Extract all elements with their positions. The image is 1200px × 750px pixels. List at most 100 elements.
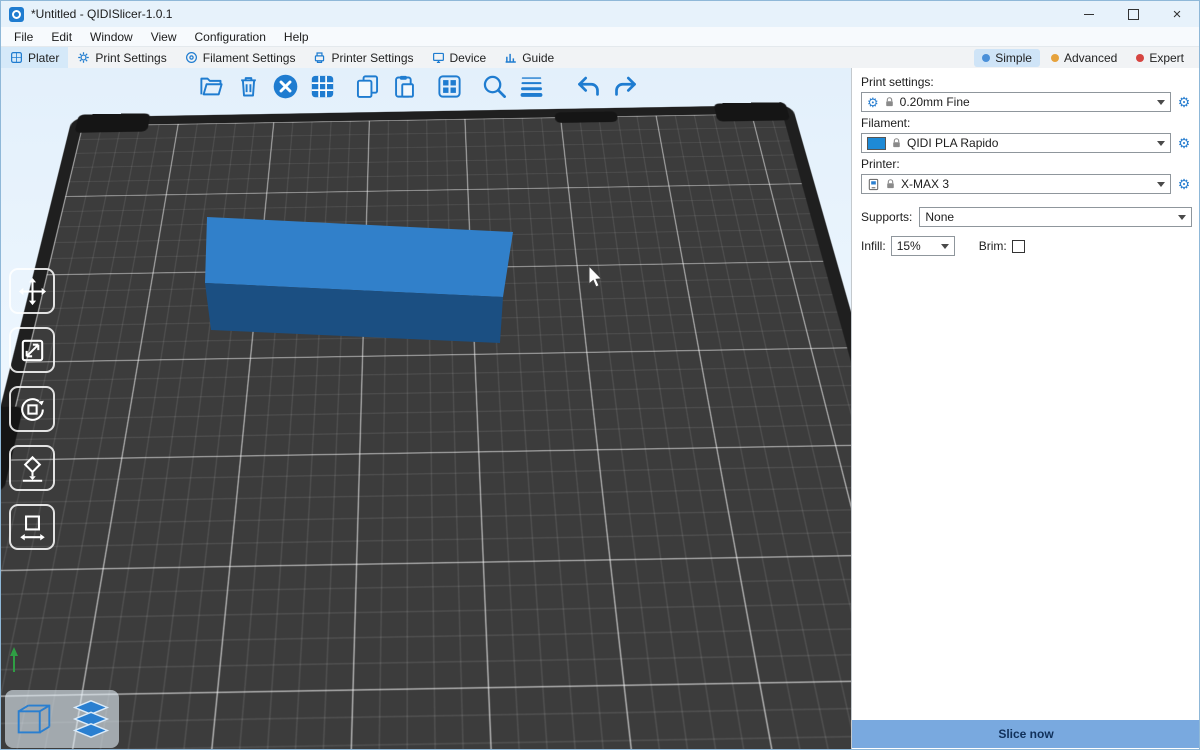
lock-icon [884,96,895,108]
copy-button[interactable] [353,72,381,100]
undo-button[interactable] [574,72,602,100]
slice-now-button[interactable]: Slice now [852,720,1200,748]
printer-label: Printer: [861,157,1192,171]
chevron-down-icon [1157,100,1165,105]
variable-layer-height-icon [518,73,545,100]
mode-selector: Simple Advanced Expert [974,49,1199,67]
print-settings-edit-button[interactable]: ⚙ [1176,95,1192,109]
tab-plater[interactable]: Plater [1,47,68,68]
window-title: *Untitled - QIDISlicer-1.0.1 [31,7,172,21]
move-icon [17,276,48,307]
print-settings-combo[interactable]: ⚙ 0.20mm Fine [861,92,1171,112]
mode-expert[interactable]: Expert [1128,49,1192,67]
minimize-button[interactable] [1067,1,1111,27]
variable-layer-height-button[interactable] [517,72,545,100]
window-controls: × [1067,1,1199,27]
chevron-down-icon [941,244,949,249]
supports-value: None [925,210,1173,224]
plate-clip [554,111,618,123]
arrange-button[interactable] [308,72,336,100]
printer-value: X-MAX 3 [901,177,1152,191]
preset-gear-icon: ⚙ [867,96,879,109]
chevron-down-icon [1178,215,1186,220]
print-settings-icon [77,51,90,64]
tab-filament-settings[interactable]: Filament Settings [176,47,305,68]
editor-view-button[interactable] [9,694,59,744]
settings-sidebar: Print settings: ⚙ 0.20mm Fine ⚙ Filament… [851,68,1200,750]
printer-edit-button[interactable]: ⚙ [1176,177,1192,191]
3d-editor-view-icon [11,696,57,742]
supports-combo[interactable]: None [919,207,1192,227]
paste-icon [391,73,418,100]
brim-checkbox[interactable] [1012,240,1025,253]
search-icon [481,73,508,100]
left-toolbar [9,268,55,550]
menu-view[interactable]: View [142,27,186,46]
app-logo-icon [9,7,24,22]
tab-label: Printer Settings [331,51,413,65]
move-tool-button[interactable] [9,268,55,314]
search-button[interactable] [480,72,508,100]
printer-icon [867,178,880,191]
menu-window[interactable]: Window [81,27,142,46]
tab-device[interactable]: Device [423,47,496,68]
print-settings-value: 0.20mm Fine [900,95,1152,109]
plater-icon [10,51,23,64]
maximize-button[interactable] [1111,1,1155,27]
tab-guide[interactable]: Guide [495,47,563,68]
mode-simple[interactable]: Simple [974,49,1040,67]
mode-label: Simple [995,51,1032,65]
infill-combo[interactable]: 15% [891,236,955,256]
mode-label: Advanced [1064,51,1117,65]
mode-label: Expert [1149,51,1184,65]
filament-combo[interactable]: QIDI PLA Rapido [861,133,1171,153]
printer-combo[interactable]: X-MAX 3 [861,174,1171,194]
filament-edit-button[interactable]: ⚙ [1176,136,1192,150]
chevron-down-icon [1157,182,1165,187]
brim-label: Brim: [979,239,1007,253]
view-switcher [5,690,119,748]
printer-settings-icon [313,51,326,64]
build-plate [1,105,851,750]
rotate-icon [17,394,48,425]
guide-icon [504,51,517,64]
menu-file[interactable]: File [5,27,42,46]
rotate-tool-button[interactable] [9,386,55,432]
close-button[interactable]: × [1155,1,1199,27]
preview-layers-icon [68,696,114,742]
delete-button[interactable] [234,72,262,100]
titlebar: *Untitled - QIDISlicer-1.0.1 × [1,1,1199,27]
menu-edit[interactable]: Edit [42,27,81,46]
preview-view-button[interactable] [66,694,116,744]
tabbar: Plater Print Settings Filament Settings … [1,47,1199,69]
split-to-parts-button[interactable] [435,72,463,100]
open-file-button[interactable] [197,72,225,100]
simple-mode-dot-icon [982,54,990,62]
scale-tool-button[interactable] [9,327,55,373]
chevron-down-icon [1157,141,1165,146]
expert-mode-dot-icon [1136,54,1144,62]
plate-clip [74,113,150,133]
mode-advanced[interactable]: Advanced [1043,49,1125,67]
filament-settings-icon [185,51,198,64]
redo-button[interactable] [611,72,639,100]
scale-icon [17,335,48,366]
paste-button[interactable] [390,72,418,100]
place-on-face-tool-button[interactable] [9,445,55,491]
supports-label: Supports: [861,210,912,224]
plate-clip [713,102,790,121]
split-to-parts-icon [436,73,463,100]
delete-all-button[interactable] [271,72,299,100]
top-toolbar [197,72,639,100]
tab-printer-settings[interactable]: Printer Settings [304,47,422,68]
measure-tool-button[interactable] [9,504,55,550]
open-folder-icon [198,73,225,100]
lock-icon [885,178,896,190]
build-plate-wrap [72,105,814,750]
menu-help[interactable]: Help [275,27,318,46]
menu-configuration[interactable]: Configuration [186,27,275,46]
infill-value: 15% [897,239,936,253]
3d-viewport[interactable] [1,68,851,750]
place-on-face-icon [17,453,48,484]
tab-print-settings[interactable]: Print Settings [68,47,175,68]
